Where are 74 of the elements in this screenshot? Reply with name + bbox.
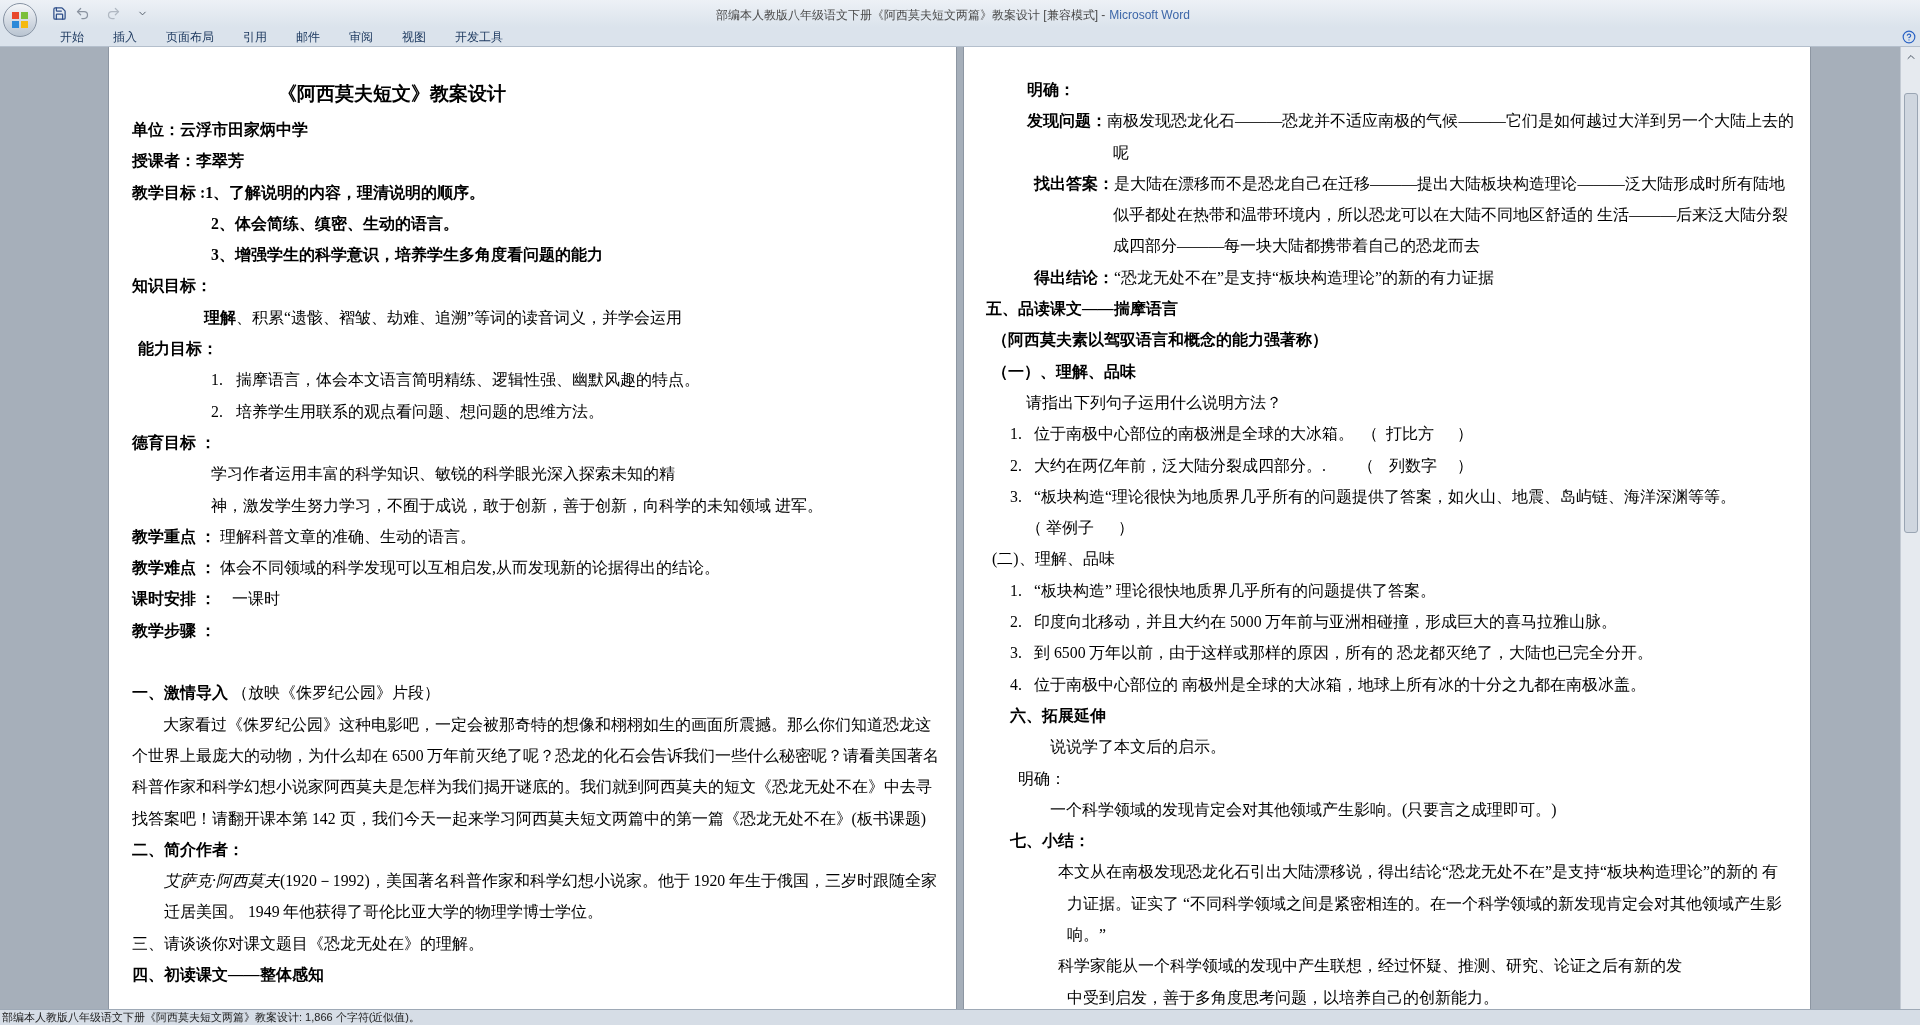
ribbon-tab[interactable]: 插入: [113, 27, 137, 46]
heading: 七、小结：: [1009, 831, 1090, 852]
document-title: 《阿西莫夫短文》教案设计: [277, 82, 506, 106]
ribbon-tab[interactable]: 审阅: [349, 27, 373, 46]
ribbon-tab[interactable]: 页面布局: [166, 27, 214, 46]
paragraph: 发现问题：南极发现恐龙化石———恐龙并不适应南极的气候———它们是如何越过大洋到另一个大陆上去的 呢: [1026, 111, 1794, 163]
scroll-thumb[interactable]: [1903, 93, 1918, 533]
heading: 六、拓展延伸: [1009, 705, 1106, 726]
vertical-scrollbar[interactable]: [1900, 47, 1920, 1009]
paragraph: 找出答案：是大陆在漂移而不是恐龙自己在迁移———提出大陆板块构造理论———泛大陆形成时所有陆地 似乎都处在热带和温带环境内，所以恐龙可以在大陆不同地区舒适的 生活———后来泛大陆分裂 成四部分———每一块大陆都携带着自己的恐龙而去: [1032, 173, 1789, 257]
goal-text: 3、增强学生的科学意识，培养学生多角度看问题的能力: [210, 245, 603, 266]
body-text: 说说学了本文后的启示。: [1049, 737, 1226, 758]
list-text: 位于南极中心部位的南极洲是全球的大冰箱。 （ 打比方 ）: [1034, 424, 1474, 445]
list-text: “板块构造“理论很快为地质界几乎所有的问题提供了答案，如火山、地震、岛屿链、海洋深渊等等。: [1034, 486, 1737, 507]
ribbon-tab[interactable]: 引用: [243, 27, 267, 46]
heading: 五、品读课文——揣摩语言: [986, 299, 1178, 320]
heading: （一）、理解、品味: [991, 361, 1136, 382]
body-text: 一个科学领域的发现肯定会对其他领域产生影响。(只要言之成理即可。): [1049, 799, 1557, 821]
help-icon[interactable]: [1902, 30, 1916, 44]
heading: 单位：云浮市田家炳中学: [132, 120, 308, 140]
heading: 二、简介作者：: [132, 839, 244, 860]
redo-icon[interactable]: [106, 6, 121, 21]
goal-text: 2、体会简练、缜密、生动的语言。: [210, 213, 459, 234]
heading: 知识目标：: [132, 276, 212, 297]
paragraph: 本文从在南极发现恐龙化石引出大陆漂移说，得出结论“恐龙无处不在”是支持“板块构造理论”的新的 有 力证据。证实了 “不同科学领域之间是紧密相连的。在一个科学领域的新发现肯定会对其他领域产生影 响。”: [1057, 862, 1782, 945]
body-text: 教学重点 ： 理解科普文章的准确、生动的语言。: [132, 526, 476, 547]
paragraph: 科学家能从一个科学领域的发现中产生联想，经过怀疑、推测、研究、论证之后有新的发 中受到启发，善于多角度思考问题，以培养自己的创新能力。: [1057, 956, 1682, 1008]
list-number: 2.: [211, 401, 224, 422]
app-name: Microsoft Word: [1109, 7, 1190, 24]
save-icon[interactable]: [52, 6, 67, 21]
undo-icon[interactable]: [75, 6, 90, 21]
list-text: 到 6500 万年以前，由于这样或那样的原因，所有的 恐龙都灭绝了，大陆也已完全分开。: [1034, 643, 1654, 664]
status-text: 部编本人教版八年级语文下册《阿西莫夫短文两篇》教案设计: 1,866 个字符(近似值)。: [1, 1010, 421, 1025]
list-number: 3.: [1010, 486, 1023, 507]
paragraph: 学习作者运用丰富的科学知识、敏锐的科学眼光深入探索未知的精 神，激发学生努力学习，不囿于成说，敢于创新，善于创新，向科学的未知领域 进军。: [210, 464, 823, 516]
list-text: 培养学生用联系的观点看问题、想问题的思维方法。: [236, 401, 604, 422]
list-number: 1.: [1010, 424, 1023, 445]
list-number: 1.: [211, 370, 224, 391]
list-number: 2.: [1010, 612, 1023, 633]
heading: 四、初读课文——整体感知: [132, 965, 324, 985]
heading: 教学目标 :1、了解说明的内容，理清说明的顺序。: [132, 182, 486, 203]
list-number: 3.: [1010, 643, 1023, 664]
body-text: 得出结论：“恐龙无处不在”是支持“板块构造理论”的新的有力证据: [1033, 267, 1495, 288]
body-text: 理解、积累“遗骸、褶皱、劫难、追溯”等词的读音词义，并学会运用: [202, 307, 683, 328]
heading: 教学步骤 ：: [132, 620, 216, 641]
office-logo-icon: [11, 11, 29, 29]
paragraph: 艾萨克·阿西莫夫(1920－1992)，美国著名科普作家和科学幻想小说家。他于 1920 年生于俄国，三岁时跟随全家 迁居美国。 1949 年他获得了哥伦比亚大学的物理学博士学位。: [163, 871, 938, 923]
list-text: 大约在两亿年前，泛大陆分裂成四部分。. （ 列数字 ）: [1034, 455, 1474, 476]
body-text: 教学难点 ： 体会不同领域的科学发现可以互相启发,从而发现新的论据得出的结论。: [132, 558, 720, 579]
list-text: “板块构造” 理论很快地质界几乎所有的问题提供了答案。: [1034, 580, 1436, 601]
ribbon-tab[interactable]: 视图: [402, 27, 426, 46]
body-text: 明确：: [1017, 768, 1066, 789]
heading: （阿西莫夫素以驾驭语言和概念的能力强著称）: [991, 330, 1328, 351]
ribbon-tab[interactable]: 开始: [60, 27, 84, 46]
list-number: 4.: [1010, 674, 1023, 695]
list-text: 印度向北移动，并且大约在 5000 万年前与亚洲相碰撞，形成巨大的喜马拉雅山脉。: [1034, 612, 1618, 633]
ribbon-tab[interactable]: 开发工具: [455, 27, 503, 46]
body-text: 课时安排 ： 一课时: [132, 589, 280, 610]
list-number: 2.: [1010, 455, 1023, 476]
body-text: 一、激情导入 （放映《侏罗纪公园》片段）: [132, 683, 440, 704]
heading: (二)、理解、品味: [991, 549, 1115, 570]
ribbon-tab[interactable]: 邮件: [296, 27, 320, 46]
heading: 德育目标 ：: [132, 432, 216, 453]
heading: 明确：: [1026, 80, 1075, 100]
body-text: （ 举例子 ）: [1025, 518, 1134, 539]
body-text: 请指出下列句子运用什么说明方法？: [1025, 392, 1282, 413]
paragraph: 大家看过《侏罗纪公园》这种电影吧，一定会被那奇特的想像和栩栩如生的画面所震撼。那么你们知道恐龙这 个世界上最庞大的动物，为什么却在 6500 万年前灭绝了呢？恐龙的化石会告诉我们一些什么秘密呢？请看美国著名 科普作家和科学幻想小说家阿西莫夫是怎样为我们揭开谜底的。我们就到阿西莫夫的短文《恐龙无处不在》中去寻 找答案吧！请翻开课本第 142 页，我们今天一起来学习阿西莫夫短文两篇中的第一篇《恐龙无处不在》(板书课题): [132, 714, 940, 830]
window-title: 部编本人教版八年级语文下册《阿西莫夫短文两篇》教案设计 [兼容模式] -: [716, 7, 1106, 24]
heading: 能力目标：: [137, 339, 218, 360]
body-text: 三、请谈谈你对课文题目《恐龙无处在》的理解。: [132, 933, 484, 954]
list-text: 位于南极中心部位的 南极州是全球的大冰箱，地球上所有冰的十分之九都在南极冰盖。: [1034, 674, 1646, 695]
list-text: 揣摩语言，体会本文语言简明精练、逻辑性强、幽默风趣的特点。: [236, 370, 700, 391]
list-number: 1.: [1010, 580, 1023, 601]
heading: 授课者：李翠芳: [132, 151, 244, 172]
